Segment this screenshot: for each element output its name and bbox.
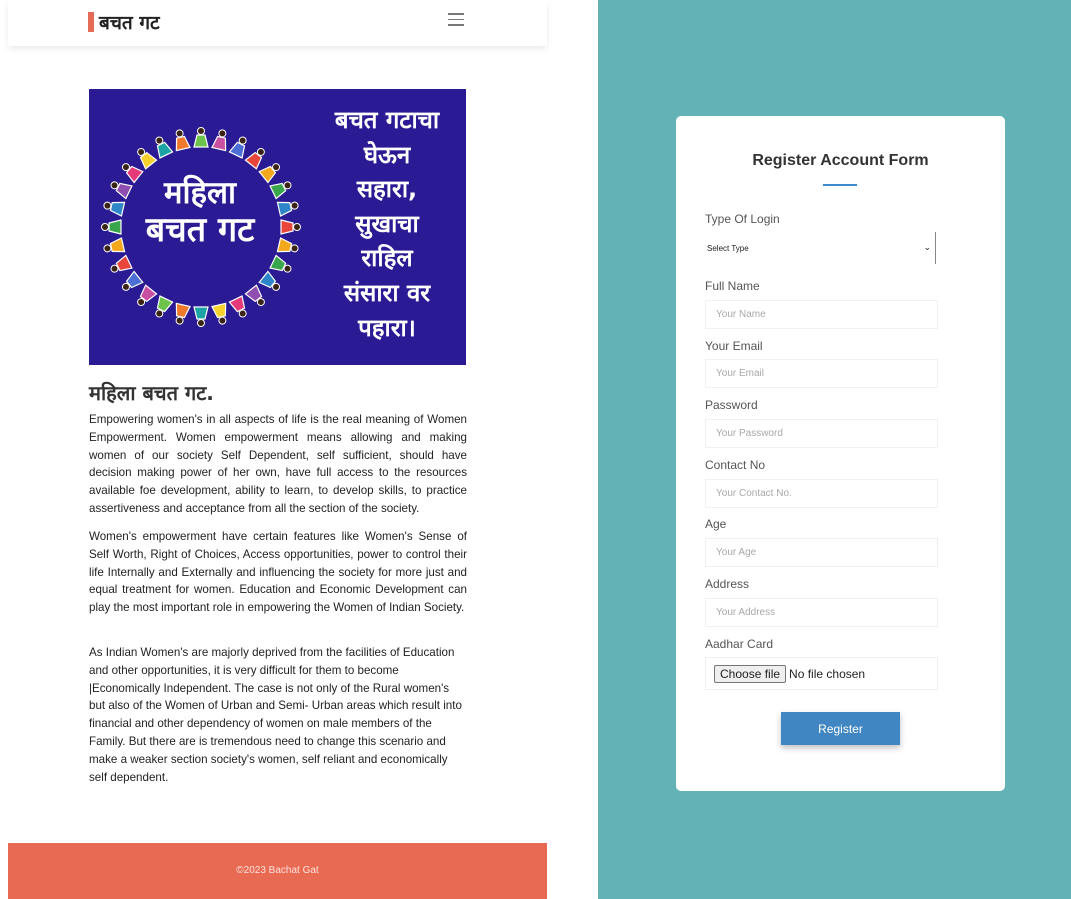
article-page: बचत गट महिला बचत गट बचत गटाचा घेऊन सहारा… (8, 0, 547, 899)
form-title: Register Account Form (752, 152, 929, 169)
slogan-line: राहिल (361, 244, 413, 273)
password-input[interactable] (705, 419, 938, 448)
woman-figure (137, 284, 158, 307)
woman-figure (193, 127, 209, 148)
article-paragraph: As Indian Women's are majorly deprived f… (89, 646, 462, 784)
email-input[interactable] (705, 359, 938, 388)
hamburger-icon[interactable] (448, 13, 464, 27)
title-underline (823, 184, 857, 186)
woman-figure (228, 295, 247, 318)
banner-image: महिला बचत गट बचत गटाचा घेऊन सहारा, सुखाच… (89, 89, 466, 365)
contact-label: Contact No (705, 458, 766, 472)
woman-figure (228, 136, 247, 159)
woman-figure (269, 254, 292, 273)
footer: ©2023 Bachat Gat (8, 843, 547, 899)
woman-figure (244, 147, 265, 170)
brand-logo[interactable]: बचत गट (88, 9, 160, 35)
woman-figure (155, 295, 174, 318)
login-type-select[interactable]: Select Type ⌄ (705, 232, 936, 264)
contact-input[interactable] (705, 479, 938, 508)
aadhar-file-input: Choose file No file chosen (705, 657, 938, 690)
choose-file-button[interactable]: Choose file (714, 664, 787, 683)
chevron-down-icon: ⌄ (923, 243, 931, 253)
slogan-line: सुखाचा (355, 209, 419, 238)
banner-ring-title-line2: बचत गट (145, 210, 255, 250)
full-name-label: Full Name (705, 279, 760, 293)
woman-figure (137, 147, 158, 170)
slogan-line: घेऊन (363, 140, 411, 169)
brand-accent-bar (88, 12, 94, 32)
copyright-text: ©2023 Bachat Gat (236, 865, 319, 876)
register-form-card: Register Account Form Type Of Login Sele… (676, 116, 1005, 791)
address-label: Address (705, 577, 750, 591)
article-title: महिला बचत गट. (89, 381, 214, 405)
woman-figure (211, 129, 227, 152)
slogan-line: संसारा वर (343, 278, 431, 307)
password-label: Password (705, 398, 758, 412)
banner-slogan: बचत गटाचा घेऊन सहारा, सुखाचा राहिल संसार… (317, 103, 457, 345)
woman-figure (175, 129, 191, 152)
full-name-input[interactable] (705, 300, 938, 329)
woman-figure (110, 254, 133, 273)
navbar: बचत गट (8, 0, 547, 46)
woman-figure (258, 270, 281, 291)
woman-figure (175, 302, 191, 325)
woman-figure (121, 270, 144, 291)
slogan-line: बचत गटाचा (334, 106, 440, 134)
file-status-text: No file chosen (789, 666, 866, 681)
email-label: Your Email (705, 339, 763, 353)
woman-figure (193, 306, 209, 327)
article-paragraph: Women's empowerment have certain feature… (89, 530, 467, 615)
woman-figure (211, 302, 227, 325)
type-of-login-label: Type Of Login (705, 212, 780, 226)
brand-name: बचत गट (99, 12, 160, 34)
slogan-line: पहारा। (358, 313, 416, 342)
article-paragraph: Empowering women's in all aspects of lif… (89, 413, 467, 515)
select-value: Select Type (707, 243, 749, 253)
woman-figure (155, 136, 174, 159)
age-label: Age (705, 517, 727, 531)
address-input[interactable] (705, 598, 938, 627)
woman-figure (244, 284, 265, 307)
register-page: Register Account Form Type Of Login Sele… (598, 0, 1071, 899)
register-button[interactable]: Register (781, 712, 900, 745)
age-input[interactable] (705, 538, 938, 567)
aadhar-label: Aadhar Card (705, 637, 774, 651)
slogan-line: सहारा, (356, 175, 418, 204)
